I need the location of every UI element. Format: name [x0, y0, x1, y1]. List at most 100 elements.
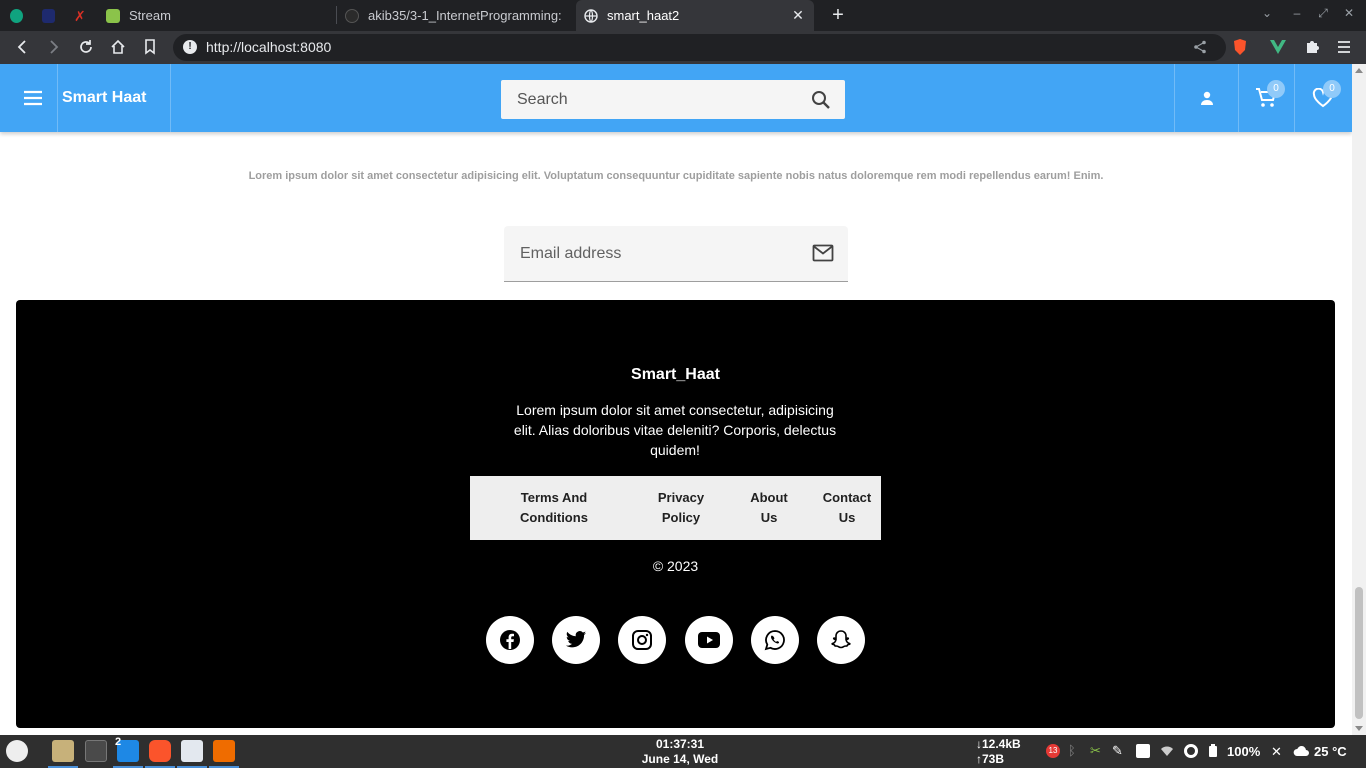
share-icon[interactable] — [1190, 37, 1210, 57]
clock[interactable]: 01:37:31 June 14, Wed — [620, 737, 740, 767]
close-window-button[interactable]: ✕ — [1340, 6, 1358, 20]
maximize-button[interactable]: ⤢ — [1314, 6, 1332, 21]
forward-button[interactable] — [44, 37, 64, 57]
tab-smart-haat2[interactable]: smart_haat2 ✕ — [576, 0, 814, 31]
vscode-icon[interactable]: 2 — [115, 736, 139, 762]
app-header: Smart Haat 0 0 — [0, 64, 1352, 132]
facebook-icon[interactable] — [486, 616, 534, 664]
privacy-link-line1: Privacy — [657, 490, 705, 505]
net-up-value: 73B — [982, 752, 1005, 766]
battery-icon[interactable] — [1208, 744, 1222, 758]
scrollbar-thumb[interactable] — [1355, 587, 1363, 719]
terms-link[interactable]: Terms And Conditions — [504, 488, 604, 528]
brave-browser-icon[interactable] — [149, 740, 171, 762]
tab-github[interactable]: akib35/3-1_InternetProgramming: — [345, 0, 573, 31]
search-field[interactable] — [501, 80, 845, 119]
terminal-icon[interactable] — [85, 740, 107, 762]
mint-menu-icon[interactable] — [6, 740, 28, 762]
scroll-down-arrow-icon[interactable] — [1355, 726, 1363, 731]
os-taskbar: 2 01:37:31 June 14, Wed ↓12.4kB ↑73B 13 … — [0, 735, 1366, 768]
twitter-icon[interactable] — [552, 616, 600, 664]
network-speed: ↓12.4kB ↑73B — [976, 737, 1021, 767]
page-scrollbar[interactable] — [1352, 64, 1366, 735]
reload-button[interactable] — [76, 37, 96, 57]
mail-icon[interactable] — [812, 244, 834, 264]
youtube-icon[interactable] — [685, 616, 733, 664]
footer-description: Lorem ipsum dolor sit amet consectetur, … — [513, 402, 837, 458]
bluetooth-icon[interactable]: ᛒ — [1068, 744, 1082, 758]
close-tab-icon[interactable]: ✕ — [790, 7, 806, 23]
globe-icon — [584, 8, 598, 23]
whatsapp-icon[interactable] — [751, 616, 799, 664]
color-picker-icon[interactable]: ✎ — [1112, 744, 1126, 758]
weather-cloud-icon[interactable] — [1293, 744, 1309, 758]
hamburger-menu-icon[interactable] — [22, 88, 44, 108]
text-editor-icon[interactable] — [181, 740, 203, 762]
copyright-text: © 2023 — [652, 558, 699, 574]
minimize-button[interactable]: – — [1288, 6, 1306, 20]
instagram-icon[interactable] — [618, 616, 666, 664]
wishlist-count-badge: 0 — [1323, 80, 1341, 98]
vue-devtools-icon[interactable] — [1268, 37, 1288, 57]
new-tab-button[interactable]: + — [828, 5, 848, 25]
account-icon[interactable] — [1195, 86, 1219, 110]
notification-count: 13 — [1048, 746, 1058, 755]
tab-search-chevron-icon[interactable]: ⌄ — [1258, 6, 1276, 20]
close-x-icon[interactable]: ✕ — [1271, 744, 1282, 760]
battery-level[interactable]: 100% — [1227, 744, 1260, 759]
back-button[interactable] — [12, 37, 32, 57]
record-icon[interactable] — [1184, 744, 1198, 758]
newsletter-email-field[interactable] — [504, 226, 848, 282]
about-link[interactable]: About Us — [740, 488, 798, 528]
brand-title[interactable]: Smart Haat — [62, 89, 146, 107]
tab-vscode-web[interactable] — [42, 0, 64, 31]
tab-x[interactable]: ✗ — [74, 0, 96, 31]
tab-label: akib35/3-1_InternetProgramming: — [368, 8, 562, 23]
site-footer: Smart_Haat Lorem ipsum dolor sit amet co… — [16, 300, 1335, 728]
letter-x-icon: ✗ — [74, 7, 86, 24]
document-viewer-icon[interactable] — [213, 740, 235, 762]
tab-separator — [336, 6, 337, 24]
contact-link-line2: Us — [838, 510, 856, 525]
tab-stream[interactable]: Stream — [106, 0, 334, 31]
extensions-puzzle-icon[interactable] — [1302, 37, 1322, 57]
tab-chatgpt[interactable] — [10, 0, 32, 31]
search-icon[interactable] — [811, 90, 831, 110]
temperature[interactable]: 25 °C — [1314, 744, 1347, 759]
header-divider — [1294, 64, 1295, 132]
tab-label: Stream — [129, 8, 171, 23]
browser-menu-icon[interactable] — [1334, 37, 1354, 57]
notification-badge[interactable]: 13 — [1046, 744, 1060, 758]
newsletter-text: Lorem ipsum dolor sit amet consectetur a… — [248, 170, 1104, 182]
privacy-link[interactable]: Privacy Policy — [646, 488, 716, 528]
page-viewport: Smart Haat 0 0 Lorem ipsum dolor sit ame… — [0, 64, 1352, 735]
wifi-icon[interactable] — [1160, 744, 1174, 758]
screenshot-tool-icon[interactable]: ✂ — [1090, 744, 1104, 758]
file-manager-icon[interactable] — [52, 740, 74, 762]
address-bar[interactable]: ! http://localhost:8080 — [173, 34, 1226, 61]
github-icon — [345, 8, 359, 23]
brave-shields-icon[interactable] — [1230, 37, 1250, 57]
scroll-up-arrow-icon[interactable] — [1355, 68, 1363, 73]
contact-link[interactable]: Contact Us — [814, 488, 880, 528]
clock-date: June 14, Wed — [641, 752, 719, 766]
vscode-web-icon — [42, 8, 55, 23]
home-button[interactable] — [108, 37, 128, 57]
terms-link-line2: Conditions — [520, 510, 588, 525]
footer-title: Smart_Haat — [631, 366, 720, 383]
url-text[interactable]: http://localhost:8080 — [206, 39, 331, 55]
email-input[interactable] — [504, 226, 804, 282]
clipboard-icon[interactable] — [1136, 744, 1150, 758]
bookmark-button[interactable] — [140, 37, 160, 57]
search-input[interactable] — [501, 80, 801, 119]
clock-time: 01:37:31 — [655, 737, 705, 751]
cart-count-badge: 0 — [1267, 80, 1285, 98]
header-divider — [1238, 64, 1239, 132]
net-down-value: 12.4kB — [982, 737, 1021, 751]
contact-link-line1: Contact — [822, 490, 872, 505]
snapchat-icon[interactable] — [817, 616, 865, 664]
header-divider — [57, 64, 58, 132]
site-info-icon[interactable]: ! — [183, 40, 197, 54]
footer-links: Terms And Conditions Privacy Policy Abou… — [470, 476, 881, 540]
header-divider — [1174, 64, 1175, 132]
